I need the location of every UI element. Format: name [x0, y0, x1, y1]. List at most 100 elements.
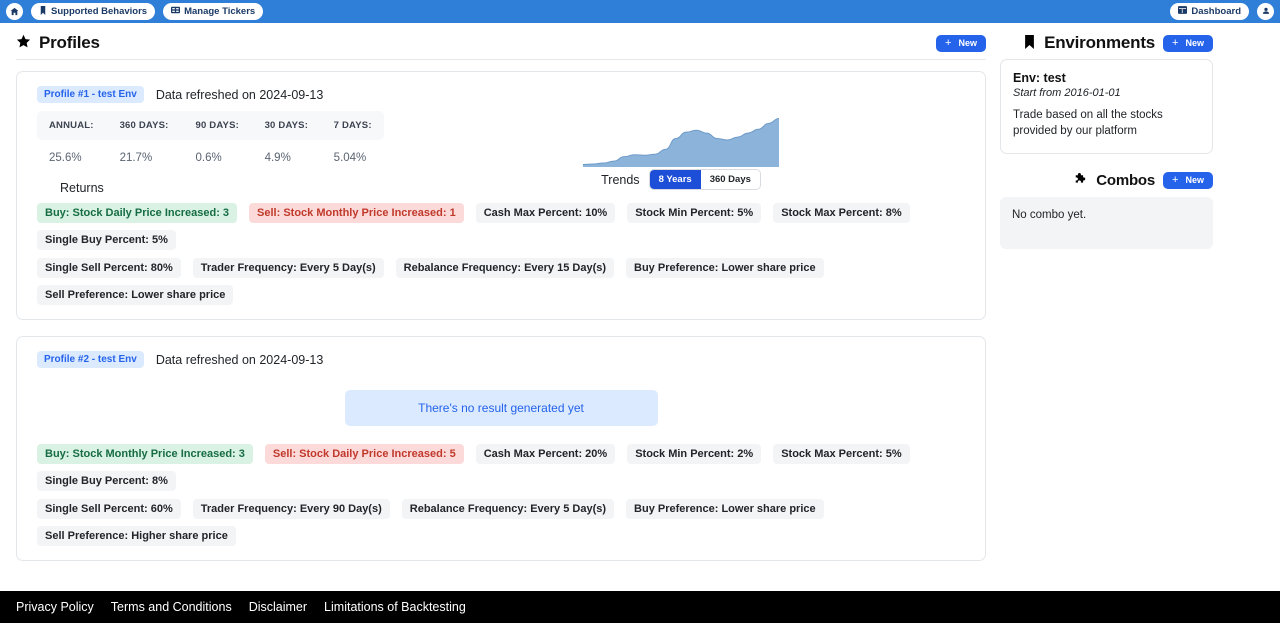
profile-badge: Profile #1 - test Env	[37, 86, 144, 103]
puzzle-icon	[1074, 172, 1088, 189]
trends-controls: Trends 8 Years 360 Days	[601, 169, 761, 190]
plus-icon: +	[1172, 37, 1179, 49]
nav-supported-behaviors-label: Supported Behaviors	[51, 6, 148, 17]
returns-value: 25.6%	[49, 152, 82, 164]
profiles-divider	[16, 59, 986, 60]
tag-stock-max-percent: Stock Max Percent: 8%	[773, 203, 910, 223]
profile-card[interactable]: Profile #2 - test Env Data refreshed on …	[16, 336, 986, 561]
bookmark-icon	[1023, 34, 1036, 52]
tag-trader-frequency: Trader Frequency: Every 90 Day(s)	[192, 499, 390, 519]
ticket-grid-icon	[171, 6, 181, 17]
plus-icon: +	[945, 37, 952, 49]
sidebar-column: Environments + New Env: test Start from …	[1000, 29, 1213, 249]
trends-range-toggle[interactable]: 8 Years 360 Days	[648, 169, 761, 190]
bookmark-icon	[39, 5, 47, 18]
tag-stock-min-percent: Stock Min Percent: 2%	[627, 444, 762, 464]
footer-link-terms-and-conditions[interactable]: Terms and Conditions	[111, 600, 232, 614]
tag-sell-rule: Sell: Stock Daily Price Increased: 5	[264, 444, 464, 464]
tag-single-sell-percent: Single Sell Percent: 80%	[37, 258, 181, 278]
tag-stock-max-percent: Stock Max Percent: 5%	[773, 444, 910, 464]
tag-buy-preference: Buy Preference: Lower share price	[626, 258, 824, 278]
home-button[interactable]	[6, 3, 23, 20]
tag-single-buy-percent: Single Buy Percent: 8%	[37, 471, 176, 491]
environment-start-date: Start from 2016-01-01	[1013, 87, 1121, 99]
returns-value: 5.04%	[333, 152, 367, 164]
footer-link-privacy-policy[interactable]: Privacy Policy	[16, 600, 94, 614]
returns-value: 21.7%	[119, 152, 153, 164]
profile-card-header: Profile #1 - test Env Data refreshed on …	[31, 84, 971, 111]
returns-value: 0.6%	[195, 152, 222, 164]
tag-single-sell-percent: Single Sell Percent: 60%	[37, 499, 181, 519]
returns-column-header: 360 DAYS:	[107, 111, 184, 140]
nav-dashboard[interactable]: Dashboard	[1170, 3, 1249, 20]
page-title: Profiles	[39, 33, 100, 52]
returns-header-row: ANNUAL: 360 DAYS: 90 DAYS: 30 DAYS: 7 DA…	[37, 111, 384, 140]
environments-section-header: Environments + New	[1000, 29, 1213, 59]
tag-rebalance-frequency: Rebalance Frequency: Every 5 Day(s)	[401, 499, 615, 519]
combos-title: Combos	[1096, 171, 1156, 189]
profile-tags-row-1: Buy: Stock Daily Price Increased: 3 Sell…	[31, 195, 971, 250]
tag-stock-min-percent: Stock Min Percent: 5%	[627, 203, 762, 223]
profile-tags-row-2: Single Sell Percent: 80% Trader Frequenc…	[31, 250, 971, 305]
tag-buy-rule: Buy: Stock Monthly Price Increased: 3	[37, 444, 253, 464]
profile-card-header: Profile #2 - test Env Data refreshed on …	[31, 349, 971, 376]
returns-label: Returns	[60, 181, 104, 195]
tag-buy-rule: Buy: Stock Daily Price Increased: 3	[37, 203, 238, 223]
account-circle-icon	[1261, 5, 1271, 18]
footer-link-disclaimer[interactable]: Disclaimer	[249, 600, 307, 614]
new-profile-button[interactable]: + New	[936, 34, 986, 52]
profile-badge: Profile #2 - test Env	[37, 351, 144, 368]
environment-name: Env: test	[1013, 71, 1066, 85]
dashboard-grid-icon	[1178, 6, 1188, 17]
no-result-alert: There's no result generated yet	[344, 390, 658, 426]
tag-trader-frequency: Trader Frequency: Every 5 Day(s)	[192, 258, 384, 278]
environment-description: Trade based on all the stocks provided b…	[1013, 109, 1163, 137]
tag-buy-preference: Buy Preference: Lower share price	[626, 499, 824, 519]
returns-value: 4.9%	[264, 152, 291, 164]
new-environment-label: New	[1185, 38, 1204, 48]
returns-column-header: 90 DAYS:	[183, 111, 253, 140]
returns-column-header: 30 DAYS:	[252, 111, 322, 140]
tag-single-buy-percent: Single Buy Percent: 5%	[37, 230, 176, 250]
returns-column-header: 7 DAYS:	[321, 111, 384, 140]
profile-card[interactable]: Profile #1 - test Env Data refreshed on …	[16, 71, 986, 320]
trends-option-8-years[interactable]: 8 Years	[649, 170, 701, 189]
trend-area-chart	[583, 117, 779, 167]
nav-manage-tickers[interactable]: Manage Tickers	[163, 3, 264, 20]
star-icon	[16, 34, 31, 52]
account-button[interactable]	[1257, 3, 1274, 20]
new-environment-button[interactable]: + New	[1163, 34, 1213, 52]
profiles-column: Profiles + New Profile #1 - test Env Dat…	[16, 29, 986, 577]
returns-table: ANNUAL: 360 DAYS: 90 DAYS: 30 DAYS: 7 DA…	[37, 111, 384, 170]
profile-tags-row-2: Single Sell Percent: 60% Trader Frequenc…	[31, 491, 971, 546]
combos-empty-state: No combo yet.	[1000, 196, 1213, 249]
returns-panel: ANNUAL: 360 DAYS: 90 DAYS: 30 DAYS: 7 DA…	[31, 111, 391, 195]
profiles-section-header: Profiles + New	[16, 29, 986, 59]
tag-cash-max-percent: Cash Max Percent: 20%	[475, 444, 616, 464]
nav-dashboard-label: Dashboard	[1191, 6, 1241, 17]
new-profile-label: New	[958, 38, 977, 48]
top-navigation-bar: Supported Behaviors Manage Tickers Dashb…	[0, 0, 1280, 23]
profile-card-body: ANNUAL: 360 DAYS: 90 DAYS: 30 DAYS: 7 DA…	[31, 111, 971, 195]
page-content: Profiles + New Profile #1 - test Env Dat…	[0, 23, 1280, 577]
combos-section-header: Combos + New	[1000, 154, 1213, 195]
footer: Privacy Policy Terms and Conditions Disc…	[0, 591, 1280, 623]
trends-option-360-days[interactable]: 360 Days	[700, 170, 760, 189]
plus-icon: +	[1172, 174, 1179, 187]
nav-manage-tickers-label: Manage Tickers	[184, 6, 256, 17]
tag-rebalance-frequency: Rebalance Frequency: Every 15 Day(s)	[395, 258, 615, 278]
environment-card[interactable]: Env: test Start from 2016-01-01 Trade ba…	[1000, 59, 1213, 154]
new-combo-label: New	[1185, 175, 1204, 186]
returns-column-header: ANNUAL:	[37, 111, 108, 140]
environments-title: Environments	[1044, 33, 1156, 52]
nav-supported-behaviors[interactable]: Supported Behaviors	[31, 3, 156, 20]
returns-value-row: 25.6% 21.7% 0.6% 4.9% 5.04%	[37, 140, 384, 170]
footer-link-limitations-of-backtesting[interactable]: Limitations of Backtesting	[324, 600, 466, 614]
new-combo-button[interactable]: + New	[1163, 171, 1213, 189]
home-icon	[10, 5, 19, 18]
profile-tags-row-1: Buy: Stock Monthly Price Increased: 3 Se…	[31, 436, 971, 491]
profile-refreshed-date: Data refreshed on 2024-09-13	[155, 87, 324, 102]
tag-cash-max-percent: Cash Max Percent: 10%	[475, 203, 616, 223]
tag-sell-rule: Sell: Stock Monthly Price Increased: 1	[249, 203, 464, 223]
tag-sell-preference: Sell Preference: Higher share price	[37, 526, 236, 546]
